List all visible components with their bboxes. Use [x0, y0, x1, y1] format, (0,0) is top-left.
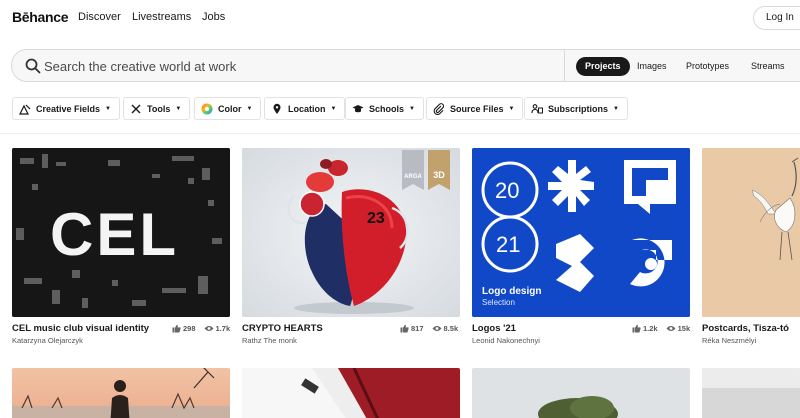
caret-down-icon: ▼: [246, 105, 253, 112]
project-cover[interactable]: 20 21 Logo design Selection: [472, 148, 690, 317]
subscriptions-icon: [531, 103, 543, 113]
cover-artwork: [12, 368, 230, 418]
search-input[interactable]: [44, 57, 544, 75]
cover-artwork: [472, 368, 690, 418]
filter-label: Source Files: [450, 103, 504, 114]
nav-jobs[interactable]: Jobs: [202, 11, 225, 23]
project-owner[interactable]: Leonid Nakonechnyi: [472, 336, 540, 345]
search-bar: Projects Images Prototypes Streams: [11, 49, 800, 82]
login-button[interactable]: Log In: [753, 6, 800, 30]
filter-color[interactable]: Color ▼: [194, 97, 262, 120]
cover-artwork: [242, 148, 460, 317]
scope-images[interactable]: Images: [628, 57, 676, 76]
nav-livestreams[interactable]: Livestreams: [132, 11, 191, 23]
filter-schools[interactable]: Schools ▼: [345, 97, 424, 120]
views-count: 8.5k: [443, 324, 459, 333]
likes-count: 817: [411, 324, 424, 333]
project-cover[interactable]: [472, 368, 690, 418]
project-title[interactable]: Logos '21: [472, 323, 516, 334]
cover-subcaption: Selection: [482, 298, 515, 307]
views-count: 15k: [677, 324, 691, 333]
scope-streams[interactable]: Streams: [742, 57, 794, 76]
eye-icon: [204, 326, 214, 331]
project-cover[interactable]: CEL: [12, 148, 230, 317]
creative-fields-icon: [19, 104, 31, 115]
paperclip-icon: [433, 102, 444, 115]
views-count: 1.7k: [215, 324, 231, 333]
scope-prototypes[interactable]: Prototypes: [677, 57, 738, 76]
nav-discover[interactable]: Discover: [78, 11, 121, 23]
caret-down-icon: ▼: [330, 105, 337, 112]
likes-count: 1.2k: [643, 324, 658, 333]
cover-artwork: [242, 368, 460, 418]
thumbs-up-icon: [400, 324, 409, 333]
project-cover[interactable]: [702, 368, 800, 418]
filter-label: Tools: [147, 103, 171, 114]
project-title[interactable]: Postcards, Tisza-tó: [702, 323, 789, 334]
eye-icon: [666, 326, 676, 331]
filter-label: Creative Fields: [36, 103, 101, 114]
cover-number: 21: [496, 232, 521, 257]
top-navigation: Bēhance Discover Livestreams Jobs Log In: [0, 0, 800, 36]
graduation-cap-icon: [352, 104, 364, 112]
cover-artwork: [702, 148, 800, 317]
caret-down-icon: ▼: [508, 105, 515, 112]
filter-location[interactable]: Location ▼: [264, 97, 346, 120]
filter-tools[interactable]: Tools ▼: [123, 97, 191, 120]
cover-number: 20: [495, 178, 520, 203]
project-cover[interactable]: [702, 148, 800, 317]
eye-icon: [432, 326, 442, 331]
filter-label: Subscriptions: [548, 103, 609, 114]
likes-count: 298: [183, 324, 196, 333]
cover-text: 23: [367, 210, 385, 227]
caret-down-icon: ▼: [105, 105, 111, 112]
filter-source-files[interactable]: Source Files ▼: [426, 97, 524, 120]
project-owner[interactable]: Rathz The monk: [242, 336, 297, 345]
project-title[interactable]: CEL music club visual identity: [12, 323, 149, 334]
behance-logo[interactable]: Bēhance: [12, 9, 69, 25]
filter-label: Color: [218, 103, 242, 114]
cover-artwork: [702, 368, 800, 418]
search-icon: [25, 58, 41, 74]
filter-label: Schools: [369, 103, 405, 114]
caret-down-icon: ▼: [613, 105, 619, 112]
scope-projects[interactable]: Projects: [576, 57, 630, 76]
caret-down-icon: ▼: [409, 105, 415, 112]
project-stats: 817 8.5k: [400, 324, 458, 333]
caret-down-icon: ▼: [175, 105, 182, 112]
project-title[interactable]: CRYPTO HEARTS: [242, 323, 323, 334]
project-owner[interactable]: Katarzyna Olejarczyk: [12, 336, 83, 345]
thumbs-up-icon: [632, 324, 641, 333]
divider: [0, 133, 800, 134]
search-divider: [564, 50, 565, 81]
project-card[interactable]: Postcards, Tisza-tó Réka Neszmélyi: [702, 148, 800, 348]
project-stats: 298 1.7k: [172, 324, 230, 333]
cover-caption: Logo design: [482, 286, 542, 297]
project-stats: 1.2k 15k: [632, 324, 690, 333]
project-cover[interactable]: [12, 368, 230, 418]
thumbs-up-icon: [172, 324, 181, 333]
project-owner[interactable]: Réka Neszmélyi: [702, 336, 756, 345]
badge-3d: 3D: [428, 150, 450, 190]
color-wheel-icon: [201, 103, 213, 114]
filter-creative-fields[interactable]: Creative Fields ▼: [12, 97, 120, 120]
filter-label: Location: [288, 103, 326, 114]
tools-icon: [131, 104, 141, 113]
cover-text: CEL: [50, 201, 179, 268]
filter-subscriptions[interactable]: Subscriptions ▼: [524, 97, 628, 120]
project-cover[interactable]: 23 ARGA 3D: [242, 148, 460, 317]
location-pin-icon: [273, 103, 281, 114]
badge-arga: ARGA: [402, 150, 424, 190]
project-cover[interactable]: [242, 368, 460, 418]
